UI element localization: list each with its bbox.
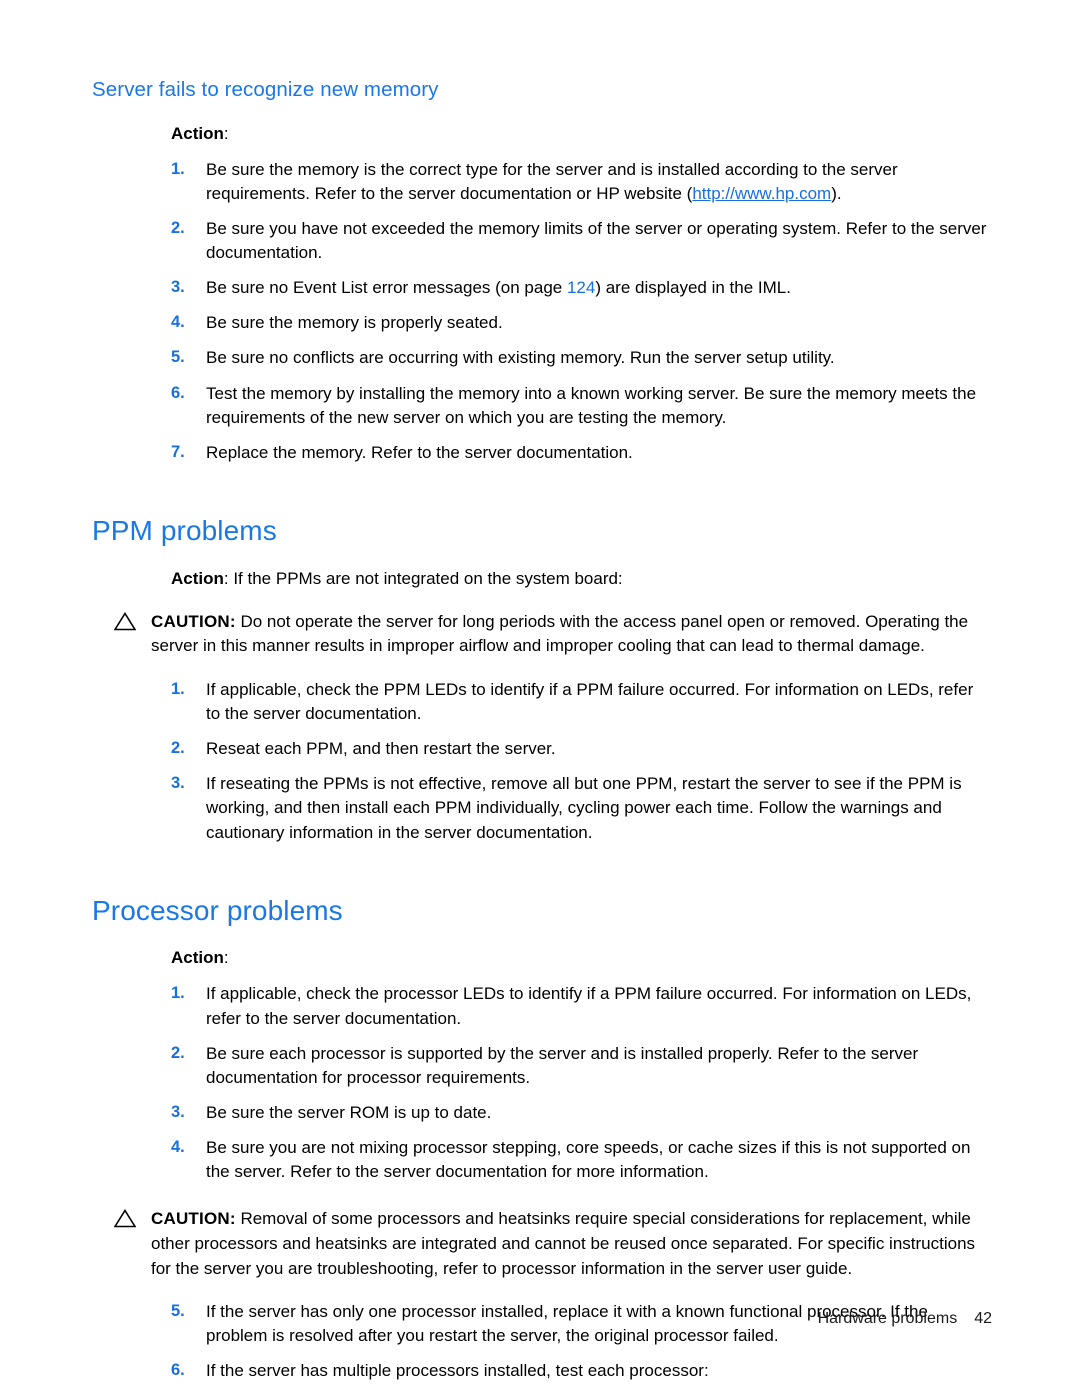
caution-notice-ppm: CAUTION: Do not operate the server for lo… (113, 610, 992, 659)
caution-notice-processor: CAUTION: Removal of some processors and h… (113, 1207, 992, 1281)
list-item-text: If the server has multiple processors in… (206, 1361, 709, 1381)
list-marker: 6. (171, 1361, 185, 1380)
list-item-text: Be sure the memory is properly seated. (206, 313, 503, 333)
caution-label: CAUTION: (151, 611, 236, 631)
page-cross-reference-link[interactable]: 124 (567, 278, 595, 297)
list-item-text: Be sure each processor is supported by t… (206, 1043, 919, 1087)
list-marker: 4. (171, 1138, 185, 1157)
list-item-text: Reseat each PPM, and then restart the se… (206, 739, 556, 759)
list-item: 3. If reseating the PPMs is not effectiv… (171, 772, 992, 844)
list-item-text: If applicable, check the processor LEDs … (206, 984, 972, 1028)
list-item-text: If reseating the PPMs is not effective, … (206, 774, 962, 842)
list-item-text: Be sure the memory is the correct type f… (206, 158, 992, 206)
list-item: 6. If the server has multiple processors… (171, 1359, 992, 1397)
caution-label: CAUTION: (151, 1209, 236, 1229)
list-item: 6. Test the memory by installing the mem… (171, 382, 992, 430)
heading-ppm-problems: PPM problems (92, 514, 277, 546)
heading-server-fails-to-recognize-new-memory: Server fails to recognize new memory (92, 78, 439, 101)
list-item-text: Replace the memory. Refer to the server … (206, 442, 633, 462)
warning-triangle-icon (113, 611, 137, 631)
step3-text-after-xref: ) are displayed in the IML. (595, 278, 791, 298)
ppm-action-line: Action: If the PPMs are not integrated o… (171, 567, 992, 591)
action-label: Action (171, 948, 224, 968)
list-item-text: Be sure no Event List error messages (on… (206, 276, 992, 300)
list-marker: 7. (171, 442, 185, 461)
step3-text-before-xref: Be sure no Event List error messages (on… (206, 278, 567, 298)
caution-text: Removal of some processors and heatsinks… (151, 1209, 976, 1278)
list-marker: 5. (171, 348, 185, 367)
list-item-text: Be sure no conflicts are occurring with … (206, 348, 835, 368)
processor-action-label-line: Action: (171, 946, 992, 970)
list-marker: 1. (171, 679, 185, 698)
list-marker: 4. (171, 313, 185, 332)
action-label: Action (171, 568, 224, 588)
list-item: 2. Be sure you have not exceeded the mem… (171, 217, 992, 265)
document-page: Server fails to recognize new memory Act… (0, 0, 1080, 1397)
list-item: 4. Be sure you are not mixing processor … (171, 1136, 992, 1184)
list-item: 7. Replace the memory. Refer to the serv… (171, 441, 992, 465)
list-item-text: If applicable, check the PPM LEDs to ide… (206, 679, 974, 724)
list-item: 4. Be sure the memory is properly seated… (171, 311, 992, 335)
list-item: 1. If applicable, check the PPM LEDs to … (171, 678, 992, 726)
list-item-text: Test the memory by installing the memory… (206, 383, 977, 427)
list-marker: 2. (171, 739, 185, 758)
memory-steps-list: 1. Be sure the memory is the correct typ… (171, 158, 992, 465)
action-text: : If the PPMs are not integrated on the … (223, 568, 623, 588)
list-marker: 1. (171, 159, 185, 178)
heading-processor-problems: Processor problems (92, 894, 343, 926)
list-item: 2. Reseat each PPM, and then restart the… (171, 737, 992, 761)
footer-page-number: 42 (974, 1310, 992, 1327)
list-item: 3. Be sure the server ROM is up to date. (171, 1101, 992, 1125)
list-marker: 3. (171, 774, 185, 793)
list-marker: 2. (171, 1043, 185, 1062)
list-item: 2. Be sure each processor is supported b… (171, 1042, 992, 1090)
list-item: 1. If applicable, check the processor LE… (171, 982, 992, 1030)
step1-text-after-link: ). (831, 183, 842, 203)
list-marker: 6. (171, 383, 185, 402)
hp-website-link[interactable]: http://www.hp.com (692, 184, 831, 203)
list-item-text: Be sure you are not mixing processor ste… (206, 1138, 971, 1182)
list-marker: 3. (171, 1102, 185, 1121)
list-item: 3. Be sure no Event List error messages … (171, 276, 992, 300)
list-item-text: Be sure the server ROM is up to date. (206, 1102, 492, 1122)
list-marker: 1. (171, 984, 185, 1003)
page-footer: Hardware problems 42 (0, 1310, 1080, 1328)
action-colon: : (223, 123, 229, 143)
page-content: Server fails to recognize new memory Act… (92, 78, 992, 1397)
list-marker: 2. (171, 218, 185, 237)
processor-steps-list-part1: 1. If applicable, check the processor LE… (171, 982, 992, 1184)
caution-text: Do not operate the server for long perio… (151, 611, 969, 656)
footer-chapter-title: Hardware problems (817, 1310, 958, 1327)
list-item: 1. Be sure the memory is the correct typ… (171, 158, 992, 206)
list-marker: 3. (171, 278, 185, 297)
warning-triangle-icon (113, 1209, 137, 1228)
memory-action-label-line: Action: (171, 122, 992, 146)
list-item-text: Be sure you have not exceeded the memory… (206, 218, 987, 263)
action-label: Action (171, 123, 224, 143)
list-item: 5. Be sure no conflicts are occurring wi… (171, 346, 992, 370)
ppm-steps-list: 1. If applicable, check the PPM LEDs to … (171, 678, 992, 845)
action-colon: : (223, 948, 229, 968)
